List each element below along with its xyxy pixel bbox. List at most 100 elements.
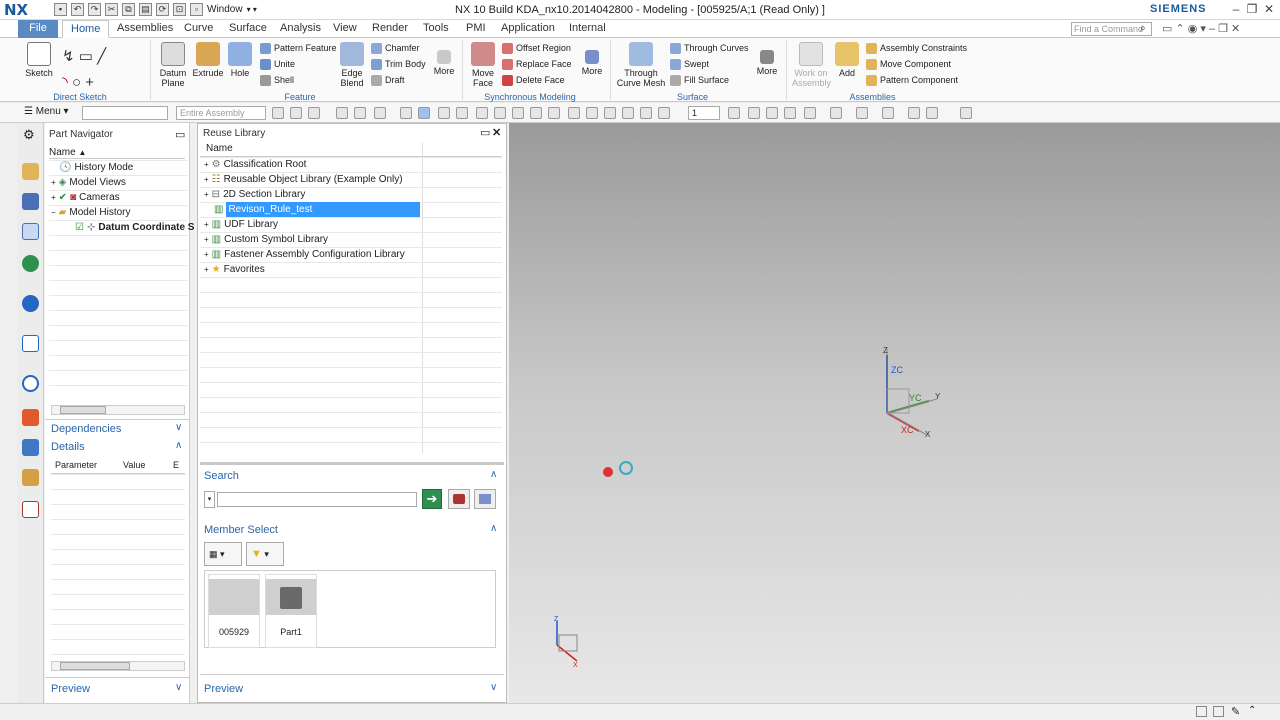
horizontal-scrollbar[interactable] xyxy=(51,661,185,671)
move-face-button[interactable]: Move Face xyxy=(468,42,498,88)
line-icon[interactable]: ╱ xyxy=(97,48,106,65)
status-icon[interactable] xyxy=(1213,706,1224,717)
chevron-up-icon[interactable]: ∧ xyxy=(490,469,497,480)
search-go-button[interactable]: ➔ xyxy=(422,489,442,509)
dependencies-header[interactable]: Dependencies xyxy=(51,423,121,435)
parameter-column[interactable]: Parameter xyxy=(51,460,123,473)
unite-button[interactable]: Unite xyxy=(260,57,337,71)
scrollbar-thumb[interactable] xyxy=(60,406,106,414)
constraint-navigator-icon[interactable] xyxy=(22,193,39,210)
view-tool-icon[interactable] xyxy=(804,107,816,119)
snap-point-icon[interactable] xyxy=(622,107,634,119)
chevron-down-icon[interactable]: ▾ ▾ xyxy=(247,3,257,16)
hd3d-tools-icon[interactable] xyxy=(22,335,39,352)
selection-tool-icon[interactable] xyxy=(400,107,412,119)
roles-icon[interactable] xyxy=(22,469,39,486)
datum-plane-button[interactable]: Datum Plane xyxy=(156,42,190,88)
undo-icon[interactable]: ↶ xyxy=(71,3,84,16)
library-item-classification-root[interactable]: + ⚙ Classification Root xyxy=(200,157,502,172)
tab-home[interactable]: Home xyxy=(62,20,110,38)
chevron-down-icon[interactable]: ∨ xyxy=(175,422,182,433)
sync-more-button[interactable]: More xyxy=(578,42,606,76)
library-item-udf[interactable]: + ▥ UDF Library xyxy=(200,217,502,232)
library-item-fastener-assembly[interactable]: + ▥ Fastener Assembly Configuration Librar… xyxy=(200,247,502,262)
chevron-up-icon[interactable]: ∧ xyxy=(175,440,182,451)
library-item-custom-symbol[interactable]: + ▥ Custom Symbol Library xyxy=(200,232,502,247)
expand-icon[interactable]: + xyxy=(204,217,209,232)
preview-header[interactable]: Preview xyxy=(51,683,90,695)
expression-column[interactable]: E xyxy=(173,460,179,473)
circle-icon[interactable]: ○ xyxy=(72,74,81,91)
trim-body-button[interactable]: Trim Body xyxy=(371,57,426,71)
surface-more-button[interactable]: More xyxy=(753,42,781,76)
web-browser-icon[interactable] xyxy=(22,295,39,312)
selection-tool-icon[interactable] xyxy=(272,107,284,119)
tree-item-datum-csys[interactable]: ☑ ⊹ Datum Coordinate S xyxy=(49,220,194,235)
pattern-feature-button[interactable]: Pattern Feature xyxy=(260,41,337,55)
snap-point-icon[interactable] xyxy=(586,107,598,119)
through-curve-mesh-button[interactable]: Through Curve Mesh xyxy=(616,42,666,88)
member-select-header[interactable]: Member Select xyxy=(204,524,278,536)
snap-point-icon[interactable] xyxy=(640,107,652,119)
expand-icon[interactable]: + xyxy=(51,190,56,205)
window-menu[interactable]: Window xyxy=(207,3,243,16)
touch-mode-icon[interactable]: ⊡ xyxy=(173,3,186,16)
repeat-command-icon[interactable]: ⟳ xyxy=(156,3,169,16)
cut-icon[interactable]: ✂ xyxy=(105,3,118,16)
edge-blend-button[interactable]: Edge Blend xyxy=(337,42,367,88)
rectangle-icon[interactable]: ▭ xyxy=(79,48,93,65)
selection-tool-icon[interactable] xyxy=(354,107,366,119)
library-item-reusable-object[interactable]: + ☷ Reusable Object Library (Example Only) xyxy=(200,172,502,187)
member-item-005929[interactable]: 005929 xyxy=(208,574,260,648)
horizontal-scrollbar[interactable] xyxy=(51,405,185,415)
search-input[interactable] xyxy=(217,492,417,507)
tab-file[interactable]: File xyxy=(18,20,58,38)
selection-tool-icon[interactable] xyxy=(290,107,302,119)
snap-point-icon[interactable] xyxy=(658,107,670,119)
sketch-button[interactable]: Sketch xyxy=(24,42,54,78)
chevron-up-icon[interactable]: ∧ xyxy=(490,523,497,534)
render-style-icon[interactable] xyxy=(856,107,868,119)
member-item-part1[interactable]: Part1 xyxy=(265,574,317,648)
scroll-up-icon[interactable]: ⌃ xyxy=(1248,705,1256,716)
snap-point-icon[interactable] xyxy=(512,107,524,119)
expand-icon[interactable]: + xyxy=(51,175,56,190)
details-header[interactable]: Details xyxy=(51,441,85,453)
scrollbar-thumb[interactable] xyxy=(60,662,130,670)
extrude-button[interactable]: Extrude xyxy=(191,42,225,78)
tab-surface[interactable]: Surface xyxy=(221,20,275,38)
shell-button[interactable]: Shell xyxy=(260,73,337,87)
tree-item-cameras[interactable]: + ✔ ◙ Cameras xyxy=(49,190,187,205)
checkmark-icon[interactable]: ✔ xyxy=(59,190,67,205)
view-tool-icon[interactable] xyxy=(784,107,796,119)
gear-icon[interactable]: ⚙ xyxy=(23,127,35,143)
paste-icon[interactable]: ▤ xyxy=(139,3,152,16)
close-icon[interactable]: ✕ xyxy=(1261,2,1277,17)
library-item-revision-rule-test[interactable]: ▥ Revison_Rule_test xyxy=(200,202,502,217)
name-column-header[interactable]: Name ▲ xyxy=(49,147,185,159)
render-style-icon[interactable] xyxy=(926,107,938,119)
part-navigator-icon[interactable] xyxy=(22,223,39,240)
tree-item-history-mode[interactable]: 🕓 History Mode xyxy=(49,160,187,175)
selection-tool-icon[interactable] xyxy=(336,107,348,119)
add-component-button[interactable]: Add xyxy=(834,42,860,78)
graphics-window[interactable]: Z ZC YC Y XC X Z X xyxy=(509,123,1280,703)
snap-point-icon[interactable] xyxy=(438,107,450,119)
redo-icon[interactable]: ↷ xyxy=(88,3,101,16)
restore-icon[interactable]: ❐ xyxy=(1244,2,1260,17)
render-style-icon[interactable] xyxy=(882,107,894,119)
expand-icon[interactable]: + xyxy=(204,187,209,202)
snap-point-icon[interactable] xyxy=(494,107,506,119)
edit-icon[interactable]: ✎ xyxy=(1231,705,1240,718)
rotate-icon[interactable] xyxy=(766,107,778,119)
snap-point-icon[interactable] xyxy=(456,107,468,119)
copy-icon[interactable]: ⧉ xyxy=(122,3,135,16)
tab-view[interactable]: View xyxy=(325,20,365,38)
snap-point-icon[interactable] xyxy=(530,107,542,119)
status-icon[interactable] xyxy=(1196,706,1207,717)
assembly-navigator-icon[interactable] xyxy=(22,163,39,180)
process-studio-icon[interactable] xyxy=(22,409,39,426)
view-tool-icon[interactable] xyxy=(728,107,740,119)
tab-analysis[interactable]: Analysis xyxy=(272,20,329,38)
chamfer-button[interactable]: Chamfer xyxy=(371,41,426,55)
